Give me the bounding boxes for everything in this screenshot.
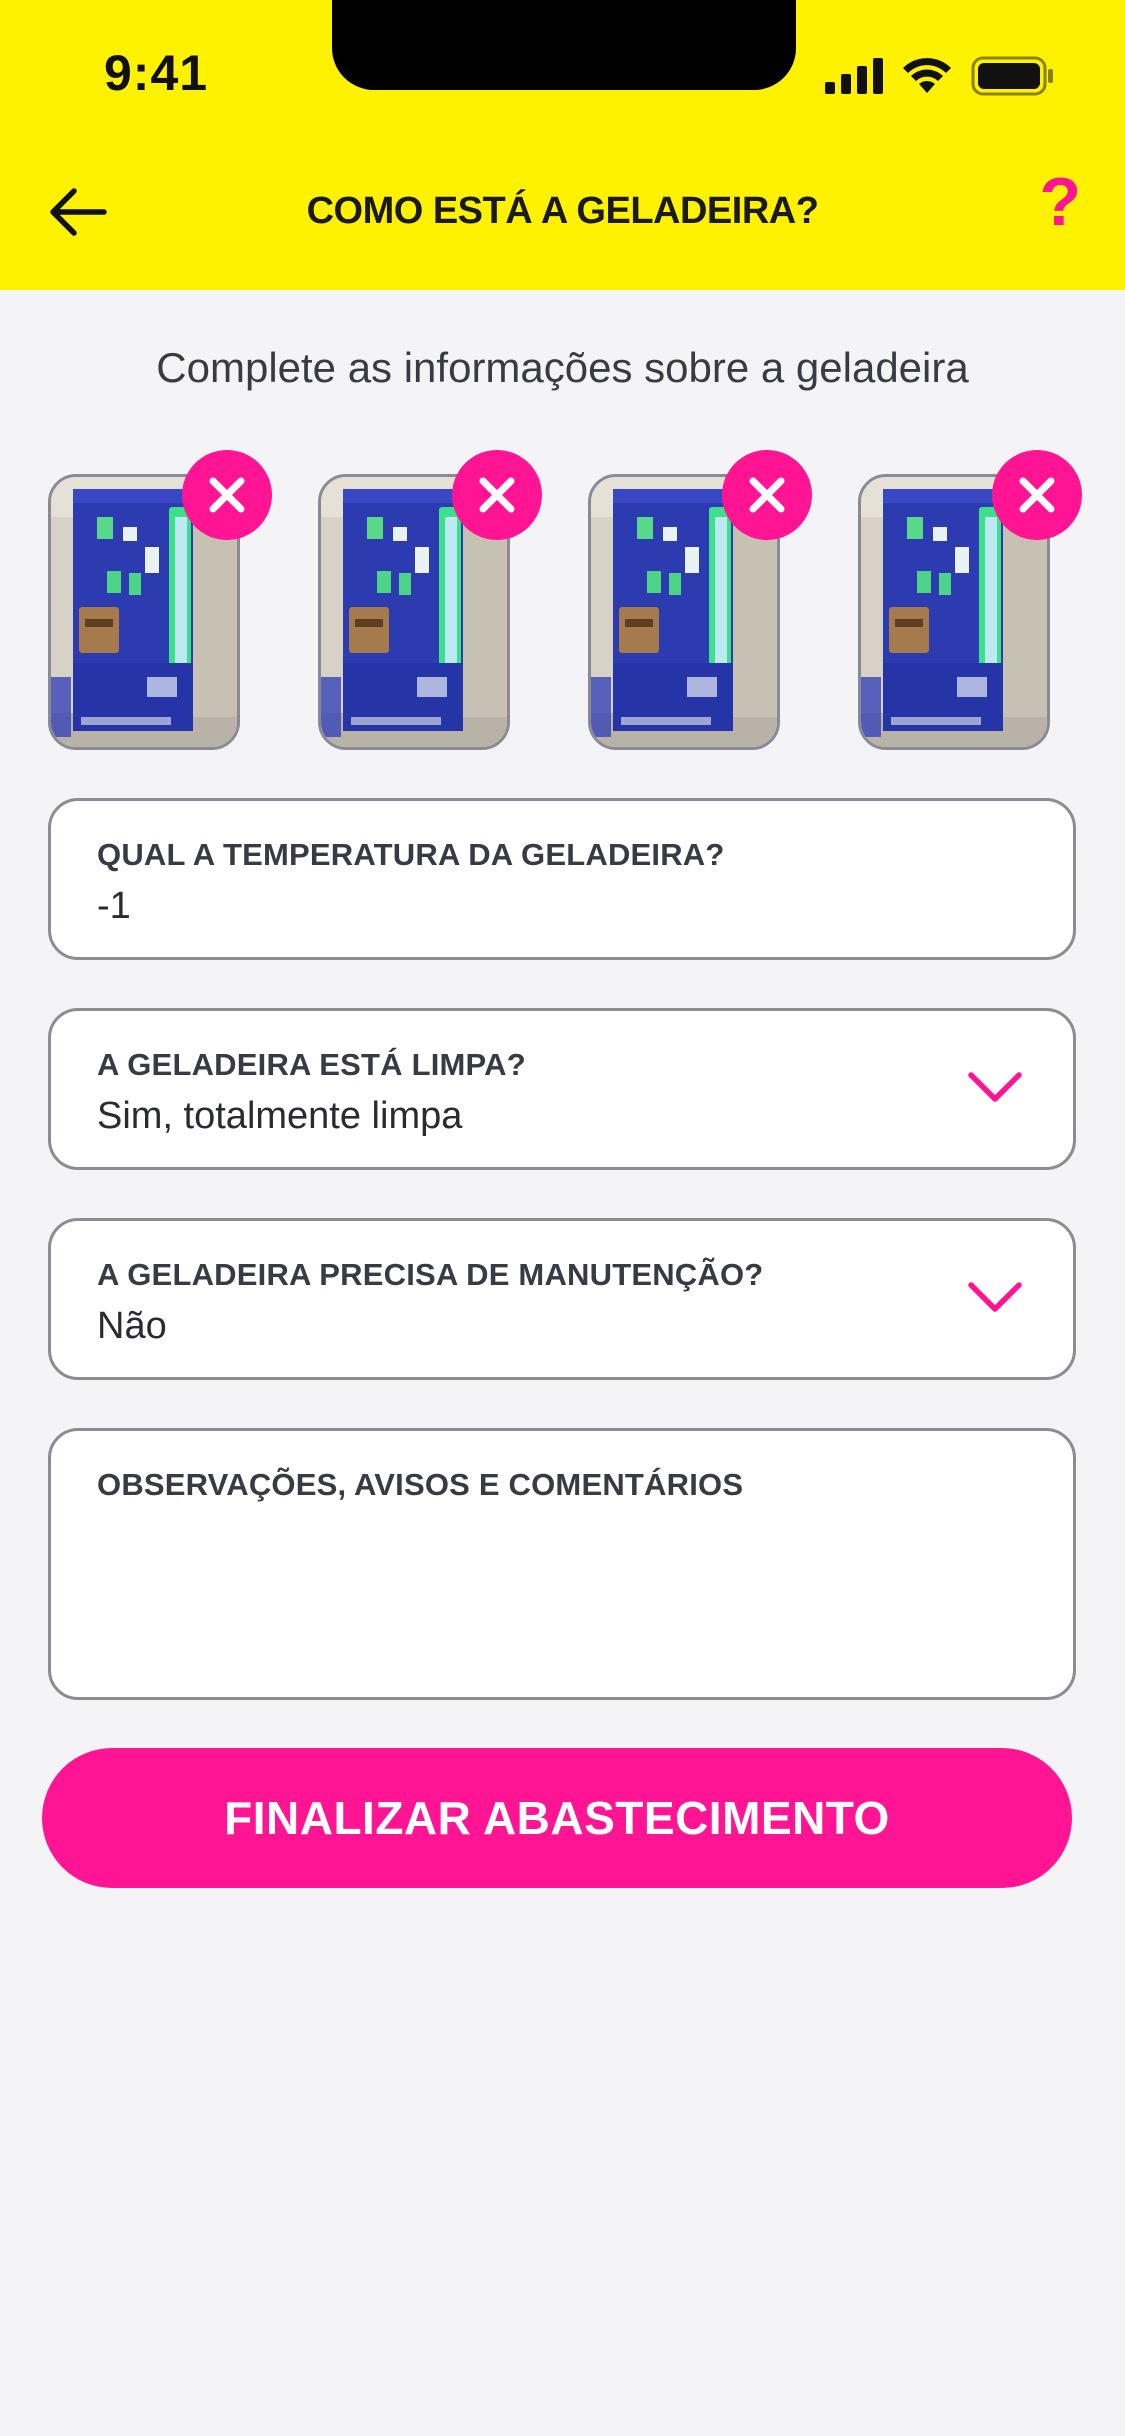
close-icon xyxy=(749,477,785,513)
clean-label: A GELADEIRA ESTÁ LIMPA? xyxy=(97,1047,526,1082)
chevron-down-icon xyxy=(968,1282,1022,1312)
temperature-field[interactable]: QUAL A TEMPERATURA DA GELADEIRA? -1 xyxy=(48,798,1076,960)
clean-value: Sim, totalmente limpa xyxy=(97,1095,463,1137)
close-icon xyxy=(209,477,245,513)
wifi-icon xyxy=(903,58,951,93)
finish-restock-button[interactable]: FINALIZAR ABASTECIMENTO xyxy=(42,1748,1072,1888)
maintenance-value: Não xyxy=(97,1305,167,1347)
notes-label: OBSERVAÇÕES, AVISOS E COMENTÁRIOS xyxy=(97,1467,744,1502)
clean-select[interactable]: A GELADEIRA ESTÁ LIMPA? Sim, totalmente … xyxy=(48,1008,1076,1170)
app-header: 9:41 COMO ESTÁ A GELADEIRA? ? xyxy=(0,0,1125,290)
status-time: 9:41 xyxy=(104,45,209,101)
maintenance-select[interactable]: A GELADEIRA PRECISA DE MANUTENÇÃO? Não xyxy=(48,1218,1076,1380)
battery-icon xyxy=(971,56,1053,96)
chevron-down-icon xyxy=(968,1072,1022,1102)
close-icon xyxy=(1019,477,1055,513)
maintenance-label: A GELADEIRA PRECISA DE MANUTENÇÃO? xyxy=(97,1257,764,1292)
device-notch xyxy=(332,0,796,90)
instructions-text: Complete as informações sobre a geladeir… xyxy=(156,344,969,391)
status-icons xyxy=(825,56,1055,96)
temperature-value[interactable]: -1 xyxy=(97,885,131,928)
cellular-signal-icon xyxy=(825,58,883,94)
temperature-label: QUAL A TEMPERATURA DA GELADEIRA? xyxy=(97,837,725,872)
close-icon xyxy=(479,477,515,513)
remove-photo-button[interactable] xyxy=(182,450,272,540)
remove-photo-button[interactable] xyxy=(992,450,1082,540)
remove-photo-button[interactable] xyxy=(722,450,812,540)
notes-textarea[interactable]: OBSERVAÇÕES, AVISOS E COMENTÁRIOS xyxy=(48,1428,1076,1700)
remove-photo-button[interactable] xyxy=(452,450,542,540)
screen-title: COMO ESTÁ A GELADEIRA? xyxy=(306,190,819,232)
help-button[interactable]: ? xyxy=(1039,168,1081,236)
